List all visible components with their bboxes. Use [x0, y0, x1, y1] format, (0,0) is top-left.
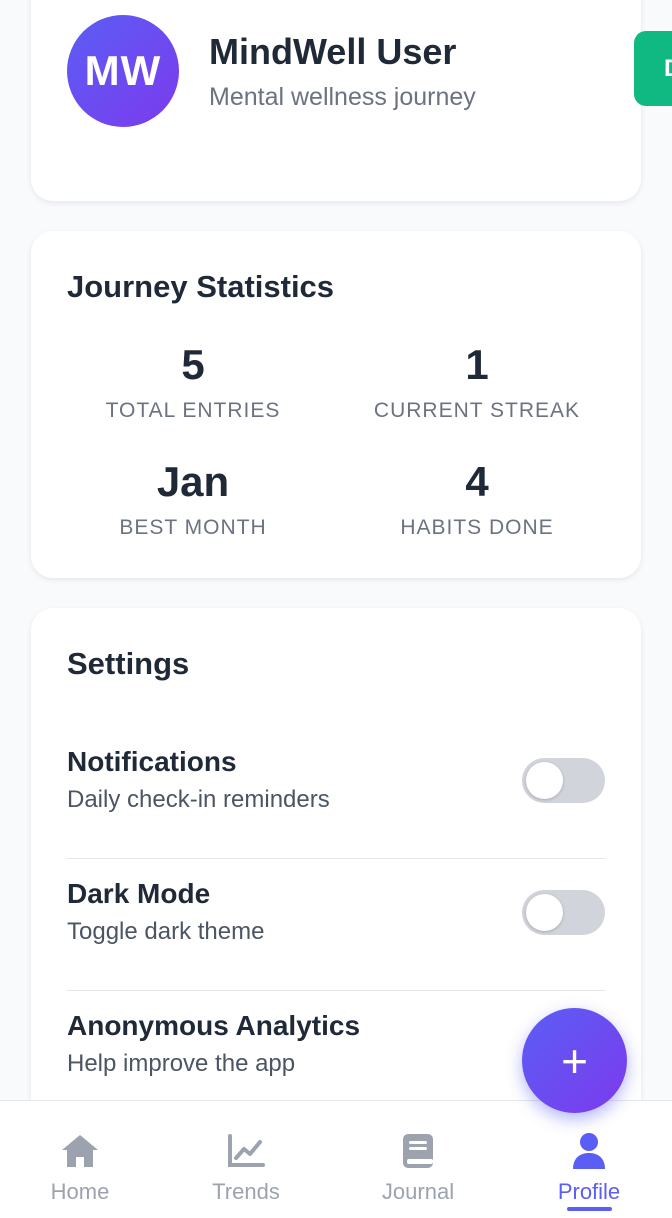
- add-entry-button[interactable]: +: [522, 1008, 627, 1113]
- stat-total-entries: 5 TOTAL ENTRIES: [51, 341, 335, 423]
- stat-value: 1: [465, 341, 489, 388]
- edit-profile-button[interactable]: D: [634, 31, 672, 106]
- nav-label: Home: [50, 1179, 110, 1204]
- nav-label: Journal: [381, 1179, 455, 1204]
- setting-name: Dark Mode: [67, 878, 211, 909]
- stat-value: 5: [181, 341, 205, 388]
- avatar: MW: [67, 15, 179, 127]
- setting-description: Toggle dark theme: [67, 918, 265, 945]
- stat-best-month: Jan BEST MONTH: [51, 458, 335, 540]
- journey-statistics-card: Journey Statistics 5 TOTAL ENTRIES 1 CUR…: [31, 231, 641, 578]
- stat-habits-done: 4 HABITS DONE: [335, 458, 619, 540]
- setting-dark-mode: Dark Mode Toggle dark theme: [67, 860, 605, 991]
- nav-item-trends[interactable]: Trends: [171, 1101, 321, 1218]
- setting-description: Help improve the app: [67, 1050, 296, 1077]
- toggle-knob: [526, 894, 563, 931]
- user-icon: [569, 1131, 609, 1171]
- profile-screen: MW MindWell User Mental wellness journey…: [0, 0, 672, 1218]
- setting-notifications: Notifications Daily check-in reminders: [67, 728, 605, 859]
- stat-value: 4: [465, 458, 489, 505]
- nav-label: Trends: [212, 1179, 280, 1204]
- chart-line-icon: [226, 1131, 266, 1171]
- stats-title: Journey Statistics: [67, 269, 335, 304]
- book-icon: [398, 1131, 438, 1171]
- home-icon: [60, 1131, 100, 1171]
- stat-value: Jan: [156, 458, 230, 505]
- stat-label: BEST MONTH: [119, 516, 267, 539]
- nav-item-journal[interactable]: Journal: [343, 1101, 493, 1218]
- stat-label: TOTAL ENTRIES: [105, 399, 281, 422]
- stat-label: CURRENT STREAK: [373, 399, 581, 422]
- profile-name: MindWell User: [209, 31, 457, 72]
- nav-item-profile[interactable]: Profile: [514, 1101, 664, 1218]
- stat-label: HABITS DONE: [400, 516, 554, 539]
- notifications-toggle[interactable]: [522, 758, 605, 803]
- active-tab-indicator: [567, 1207, 612, 1211]
- setting-description: Daily check-in reminders: [67, 786, 330, 813]
- setting-name: Anonymous Analytics: [67, 1010, 361, 1041]
- toggle-knob: [526, 762, 563, 799]
- dark-mode-toggle[interactable]: [522, 890, 605, 935]
- bottom-nav: Home Trends Journal Profile: [0, 1100, 672, 1218]
- settings-title: Settings: [67, 646, 190, 681]
- profile-card: MW MindWell User Mental wellness journey: [31, 0, 641, 201]
- nav-item-home[interactable]: Home: [5, 1101, 155, 1218]
- setting-name: Notifications: [67, 746, 237, 777]
- stat-current-streak: 1 CURRENT STREAK: [335, 341, 619, 423]
- nav-label: Profile: [557, 1179, 621, 1204]
- profile-subtitle: Mental wellness journey: [209, 83, 476, 111]
